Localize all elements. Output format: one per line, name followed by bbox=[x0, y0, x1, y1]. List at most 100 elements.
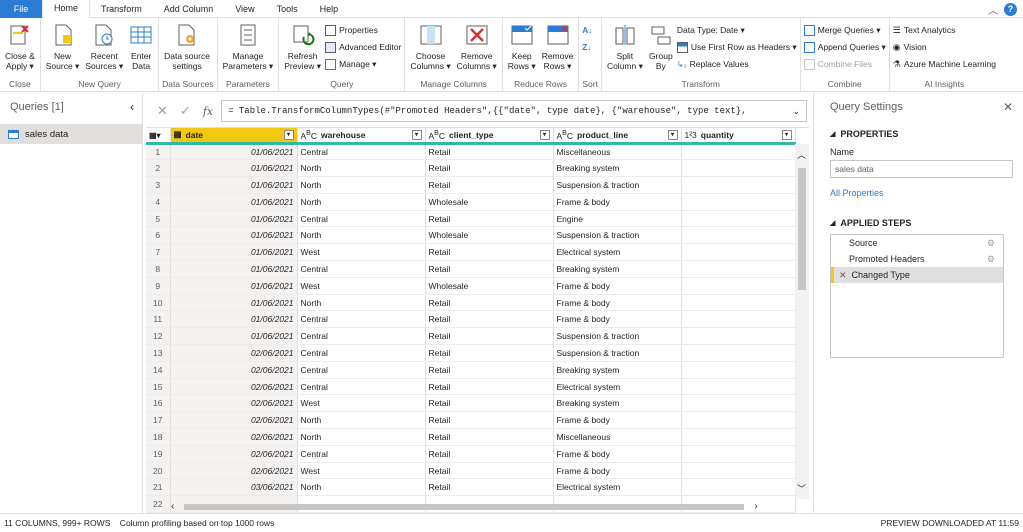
replace-values-button[interactable]: ↳₂ Replace Values bbox=[677, 57, 797, 71]
cell-quantity[interactable] bbox=[681, 327, 796, 346]
cell-date[interactable]: 01/06/2021 bbox=[170, 243, 298, 262]
cell-date[interactable]: 01/06/2021 bbox=[170, 260, 298, 278]
collapse-queries-icon[interactable]: ‹ bbox=[130, 100, 134, 114]
cell-client-type[interactable]: Wholesale bbox=[425, 226, 554, 245]
cell-warehouse[interactable]: Central bbox=[297, 344, 426, 362]
vertical-scrollbar[interactable]: ︿ ﹀ bbox=[795, 144, 809, 499]
expand-formula-icon[interactable]: ⌄ bbox=[786, 106, 806, 117]
combine-files-button[interactable]: Combine Files bbox=[803, 57, 886, 71]
table-menu-header[interactable]: ▦▾ bbox=[146, 128, 171, 145]
cell-client-type[interactable]: Retail bbox=[425, 462, 554, 480]
cell-quantity[interactable] bbox=[681, 344, 796, 362]
cell-product-line[interactable]: Breaking system bbox=[553, 394, 682, 413]
table-row[interactable]: 10 01/06/2021 North Retail Frame & body bbox=[146, 294, 796, 312]
collapse-ribbon-icon[interactable]: ︿ bbox=[988, 2, 998, 17]
cell-warehouse[interactable]: Central bbox=[297, 143, 426, 161]
cell-warehouse[interactable]: Central bbox=[297, 310, 426, 329]
cell-product-line[interactable]: Electrical system bbox=[553, 243, 682, 262]
cell-product-line[interactable]: Breaking system bbox=[553, 159, 682, 178]
vision-button[interactable]: ◉ Vision bbox=[893, 40, 996, 54]
cell-date[interactable]: 01/06/2021 bbox=[170, 310, 298, 329]
cell-product-line[interactable]: Frame & body bbox=[553, 411, 682, 430]
step-gear-icon[interactable]: ⚙ bbox=[987, 238, 995, 249]
refresh-preview-button[interactable]: Refresh Preview ▾ bbox=[282, 20, 323, 71]
cell-warehouse[interactable]: North bbox=[297, 411, 426, 430]
cell-quantity[interactable] bbox=[681, 226, 796, 245]
cell-warehouse[interactable]: Central bbox=[297, 210, 426, 228]
table-row[interactable]: 21 03/06/2021 North Retail Electrical system bbox=[146, 478, 796, 497]
cell-client-type[interactable]: Retail bbox=[425, 428, 554, 446]
cell-client-type[interactable]: Retail bbox=[425, 176, 554, 194]
vertical-scroll-thumb[interactable] bbox=[798, 168, 806, 290]
cell-date[interactable]: 01/06/2021 bbox=[170, 176, 298, 194]
cell-product-line[interactable]: Miscellaneous bbox=[553, 143, 682, 161]
append-queries-button[interactable]: Append Queries ▾ bbox=[803, 40, 886, 54]
row-number[interactable]: 6 bbox=[146, 226, 171, 245]
data-source-settings-button[interactable]: Data source settings bbox=[162, 20, 212, 71]
cell-date[interactable]: 01/06/2021 bbox=[170, 193, 298, 211]
table-row[interactable]: 17 02/06/2021 North Retail Frame & body bbox=[146, 411, 796, 430]
row-number[interactable]: 4 bbox=[146, 193, 171, 211]
row-number[interactable]: 12 bbox=[146, 327, 171, 346]
cell-date[interactable]: 01/06/2021 bbox=[170, 277, 298, 295]
cell-date[interactable]: 01/06/2021 bbox=[170, 294, 298, 312]
cell-client-type[interactable]: Retail bbox=[425, 294, 554, 312]
cell-quantity[interactable] bbox=[681, 210, 796, 228]
table-row[interactable]: 13 02/06/2021 Central Retail Suspension & tr… bbox=[146, 344, 796, 362]
table-row[interactable]: 6 01/06/2021 North Wholesale Suspension & tr… bbox=[146, 226, 796, 245]
cell-warehouse[interactable]: North bbox=[297, 294, 426, 312]
first-row-headers-button[interactable]: Use First Row as Headers ▾ bbox=[676, 40, 797, 54]
table-row[interactable]: 4 01/06/2021 North Wholesale Frame & body bbox=[146, 193, 796, 211]
step-source[interactable]: Source ⚙ bbox=[831, 235, 1003, 251]
cell-warehouse[interactable]: West bbox=[297, 394, 426, 413]
row-number[interactable]: 9 bbox=[146, 277, 171, 295]
cell-product-line[interactable]: Electrical system bbox=[553, 378, 682, 396]
cell-client-type[interactable]: Retail bbox=[425, 143, 554, 161]
cell-product-line[interactable]: Frame & body bbox=[553, 193, 682, 211]
remove-rows-button[interactable]: Remove Rows ▾ bbox=[540, 20, 576, 71]
manage-parameters-button[interactable]: Manage Parameters ▾ bbox=[221, 20, 276, 71]
cell-client-type[interactable]: Retail bbox=[425, 394, 554, 413]
table-row[interactable]: 1 01/06/2021 Central Retail Miscellaneous bbox=[146, 143, 796, 161]
properties-button[interactable]: Properties bbox=[325, 23, 401, 37]
scroll-down-icon[interactable]: ﹀ bbox=[797, 482, 806, 495]
applied-steps-section[interactable]: ◢ APPLIED STEPS bbox=[830, 218, 1013, 228]
scroll-up-icon[interactable]: ︿ bbox=[797, 148, 806, 161]
cell-date[interactable]: 01/06/2021 bbox=[170, 159, 298, 178]
cell-date[interactable]: 01/06/2021 bbox=[170, 210, 298, 228]
cell-warehouse[interactable]: West bbox=[297, 277, 426, 295]
row-number[interactable]: 11 bbox=[146, 310, 171, 329]
merge-queries-button[interactable]: Merge Queries ▾ bbox=[803, 23, 886, 37]
confirm-formula-icon[interactable]: ✓ bbox=[180, 103, 191, 119]
row-number[interactable]: 7 bbox=[146, 243, 171, 262]
cell-quantity[interactable] bbox=[681, 159, 796, 178]
cell-date[interactable]: 01/06/2021 bbox=[170, 143, 298, 161]
cell-quantity[interactable] bbox=[681, 143, 796, 161]
cell-client-type[interactable]: Retail bbox=[425, 445, 554, 463]
row-number[interactable]: 21 bbox=[146, 478, 171, 497]
cell-quantity[interactable] bbox=[681, 378, 796, 396]
tab-file[interactable]: File bbox=[0, 0, 42, 18]
cell-client-type[interactable]: Retail bbox=[425, 260, 554, 278]
formula-input[interactable]: = Table.TransformColumnTypes(#"Promoted … bbox=[221, 100, 807, 122]
row-number[interactable]: 16 bbox=[146, 394, 171, 413]
cell-warehouse[interactable]: Central bbox=[297, 445, 426, 463]
sort-descending-button[interactable]: Z↓ bbox=[582, 40, 592, 54]
step-gear-icon[interactable]: ⚙ bbox=[987, 254, 995, 265]
cell-quantity[interactable] bbox=[681, 394, 796, 413]
cell-warehouse[interactable]: West bbox=[297, 243, 426, 262]
cell-date[interactable]: 02/06/2021 bbox=[170, 462, 298, 480]
row-number[interactable]: 17 bbox=[146, 411, 171, 430]
recent-sources-button[interactable]: Recent Sources ▾ bbox=[83, 20, 125, 71]
cell-product-line[interactable]: Miscellaneous bbox=[553, 428, 682, 446]
row-number[interactable]: 10 bbox=[146, 294, 171, 312]
row-number[interactable]: 2 bbox=[146, 159, 171, 178]
cell-warehouse[interactable]: North bbox=[297, 193, 426, 211]
table-row[interactable]: 19 02/06/2021 Central Retail Frame & body bbox=[146, 445, 796, 463]
tab-home[interactable]: Home bbox=[42, 0, 91, 18]
cell-quantity[interactable] bbox=[681, 428, 796, 446]
help-icon[interactable]: ? bbox=[1004, 3, 1017, 16]
cell-client-type[interactable]: Retail bbox=[425, 361, 554, 379]
cell-quantity[interactable] bbox=[681, 243, 796, 262]
cell-date[interactable]: 01/06/2021 bbox=[170, 226, 298, 245]
